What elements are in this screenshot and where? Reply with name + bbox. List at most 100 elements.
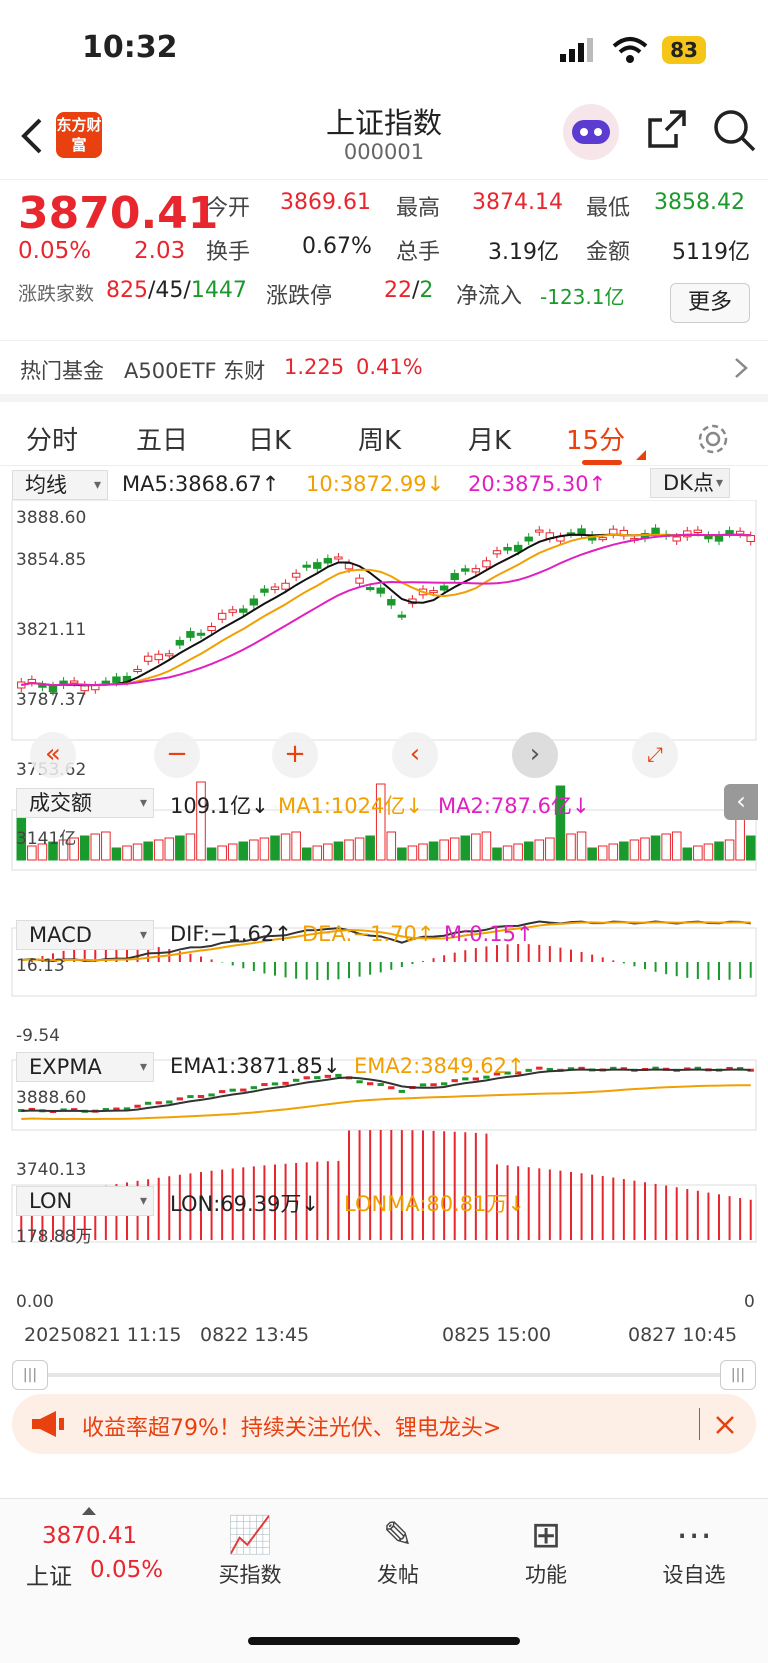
volume-value: 109.1亿↓ [170,794,269,818]
volume-bar [513,843,523,861]
search-icon[interactable] [712,108,756,152]
expma-selector[interactable]: EXPMA [16,1052,154,1082]
zoom-out-button[interactable]: − [154,732,200,778]
candle [376,587,385,594]
volume-bar [238,841,249,861]
add-watchlist-button[interactable]: ⋯ 设自选 [634,1513,754,1589]
volume-bar [164,837,175,861]
collapse-panel-button[interactable]: ‹ [724,784,758,820]
app-header: 东方财富 上证指数 000001 [0,100,768,180]
share-icon[interactable] [646,108,688,150]
candle [450,573,459,580]
volume-bar [460,835,471,861]
hot-fund-name: A500ETF 东财 [124,359,266,383]
macd-axis-top: 16.13 [16,956,65,976]
volume-bar [79,835,90,861]
tab-weekly-k[interactable]: 周K [358,420,401,457]
volume-bar [312,845,323,861]
turnover-label: 换手 [206,240,251,265]
volume-selector[interactable]: 成交额 [16,788,154,818]
candle [535,529,544,533]
volume-bar [714,841,724,861]
low-value: 3858.42 [654,190,745,215]
chevron-right-icon [735,358,748,378]
open-value: 3869.61 [280,190,371,215]
macd-dea: DEA:−1.70↑ [302,922,435,946]
expma-candle [525,1068,532,1072]
candle [291,572,301,578]
more-button[interactable]: 更多 [670,283,750,323]
volume-bar [693,845,703,861]
candle [334,556,343,560]
expma-candle [218,1090,226,1094]
tab-intraday[interactable]: 分时 [26,420,78,457]
ma5-value: MA5:3868.67↑ [122,472,280,496]
volume-bar [291,831,301,861]
volume-bar [745,835,756,861]
post-button[interactable]: ✎ 发帖 [338,1513,458,1589]
volume-bar [650,835,661,861]
fullscreen-button[interactable]: ⤢ [632,732,678,778]
functions-button[interactable]: ⊞ 功能 [486,1513,606,1589]
expma-candle [366,1082,374,1086]
battery-icon: 83 [662,36,706,64]
promo-banner[interactable]: 收益率超79%！持续关注光伏、锂电龙头> [12,1394,756,1454]
tab-daily-k[interactable]: 日K [248,420,291,457]
candle [196,632,206,636]
volume-bar [534,839,545,861]
scroll-right-button[interactable]: › [512,732,558,778]
volume-label: 总手 [396,240,441,265]
expma-candle [536,1066,543,1070]
expma-candle [388,1086,395,1090]
scrollbar-track [42,1373,722,1377]
net-inflow-value: -123.1亿 [540,285,625,309]
expand-up-icon[interactable] [82,1507,96,1515]
hot-fund-row[interactable]: 热门基金 A500ETF 东财 1.225 0.41% [0,340,768,394]
expma-candle [176,1097,184,1101]
volume-bar [259,837,270,861]
expma-candle [356,1080,363,1084]
volume-bar [333,841,344,861]
expma-candle [430,1083,437,1087]
volume-bar [175,835,185,861]
advance-decline-label: 涨跌家数 [18,283,95,305]
candle [609,528,618,535]
grid-apps-icon: ⊞ [530,1515,562,1556]
lon-selector[interactable]: LON [16,1186,154,1216]
dk-point-button[interactable]: DK点 [650,468,730,498]
robot-assistant-icon[interactable] [560,102,622,162]
expma-candle [398,1089,406,1093]
candle [482,560,491,568]
candle [143,655,153,662]
volume-bar [323,843,333,861]
current-price: 3870.41 [18,188,219,239]
status-bar: 10:32 83 [0,0,768,100]
buy-index-button[interactable]: 📈 买指数 [190,1513,310,1589]
expma-candle [229,1088,236,1092]
bottom-index-name: 上证 [26,1564,72,1590]
settings-icon[interactable] [696,422,730,456]
lon-axis-bottom: 0.00 [16,1292,54,1312]
tab-15min[interactable]: 15分 [566,420,625,457]
bottom-price: 3870.41 [42,1523,138,1549]
expma-candle [419,1083,427,1087]
date-label: 0825 15:00 [442,1324,552,1346]
candle [577,528,586,535]
scroll-left-fast-button[interactable]: « [30,732,76,778]
volume-bar [545,837,555,861]
limit-label: 涨跌停 [266,284,333,309]
scrollbar-left-handle[interactable]: ||| [12,1360,48,1390]
tab-monthly-k[interactable]: 月K [468,420,511,457]
expma-candle [282,1081,289,1085]
scroll-left-button[interactable]: ‹ [392,732,438,778]
tab-five-day[interactable]: 五日 [136,420,188,457]
candle [260,588,269,593]
volume-ma2: MA2:787.6亿↓ [438,794,590,818]
ma-selector[interactable]: 均线 [12,470,108,500]
scrollbar-right-handle[interactable]: ||| [720,1360,756,1390]
chart-range-scrollbar[interactable]: ||| ||| [12,1360,756,1390]
macd-selector[interactable]: MACD [16,920,154,950]
volume-bar [703,843,714,861]
zoom-in-button[interactable]: + [272,732,318,778]
close-icon[interactable] [714,1414,736,1436]
